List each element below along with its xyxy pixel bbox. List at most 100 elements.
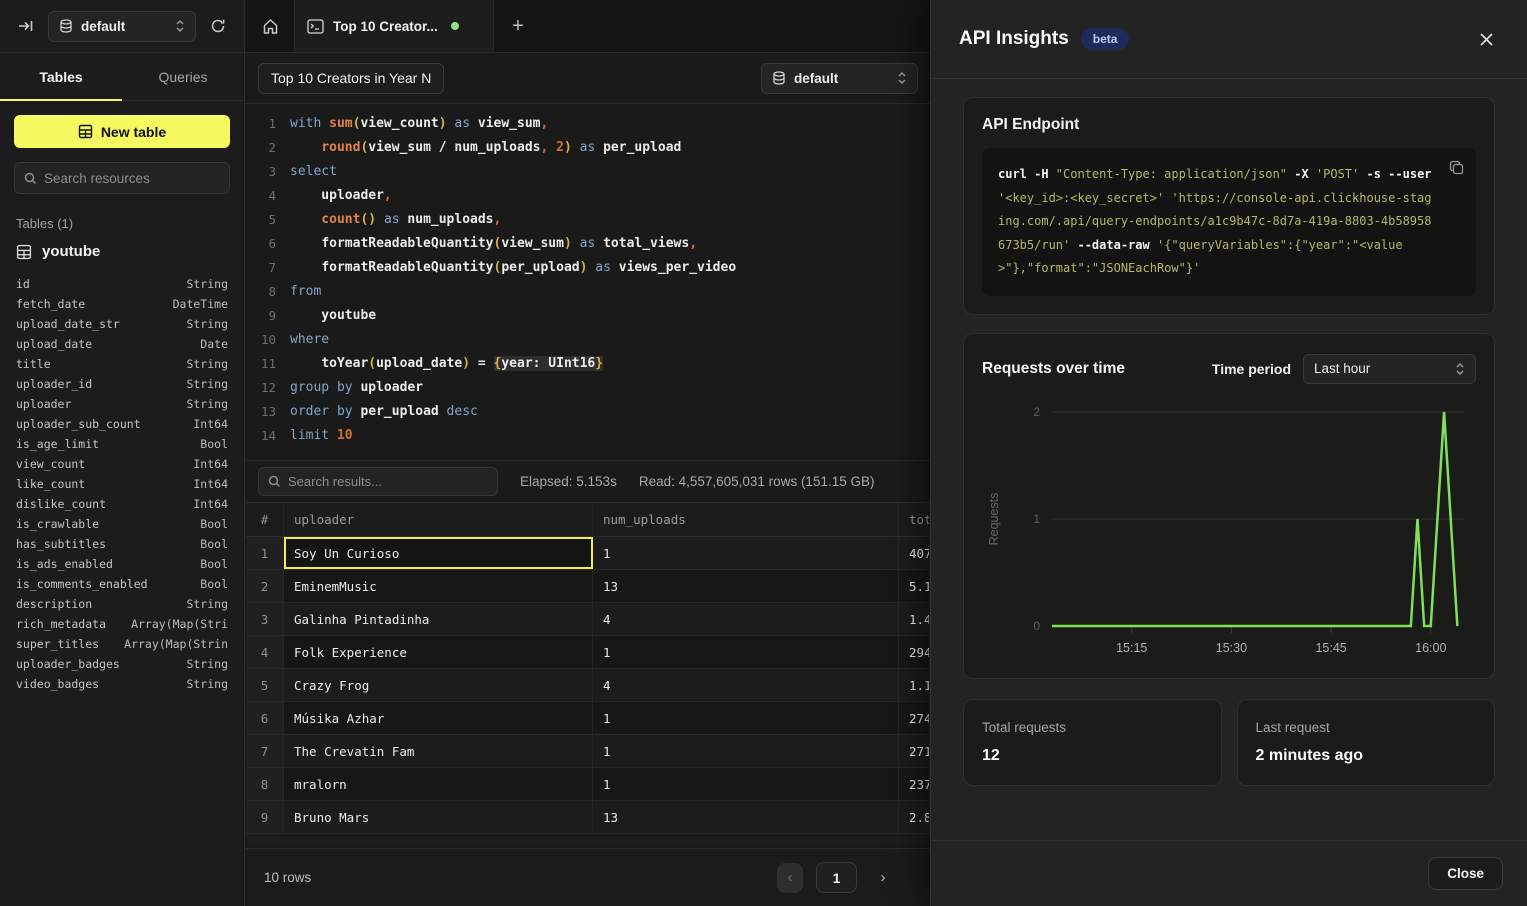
table-row[interactable]: 3Galinha Pintadinha41.4 bbox=[246, 603, 930, 636]
tab-title: Top 10 Creator... bbox=[333, 19, 438, 34]
row-number[interactable]: 9 bbox=[246, 801, 284, 833]
column-name: id bbox=[16, 277, 30, 291]
results-table-body: 1Soy Un Curioso14072EminemMusic135.13Gal… bbox=[246, 537, 930, 834]
column-name: uploader_id bbox=[16, 377, 92, 391]
row-number[interactable]: 8 bbox=[246, 768, 284, 800]
close-icon[interactable] bbox=[1473, 26, 1499, 52]
table-cell[interactable]: 274 bbox=[899, 702, 930, 734]
table-cell[interactable]: 13 bbox=[593, 801, 899, 833]
refresh-icon[interactable] bbox=[204, 12, 232, 40]
table-cell[interactable]: mralorn bbox=[284, 768, 593, 800]
previous-page-button[interactable]: ‹ bbox=[777, 863, 803, 893]
table-cell[interactable]: 4 bbox=[593, 603, 899, 635]
column-name: title bbox=[16, 357, 51, 371]
table-cell[interactable]: 1.1 bbox=[899, 669, 930, 701]
table-cell[interactable]: Bruno Mars bbox=[284, 801, 593, 833]
rows-read: Read: 4,557,605,031 rows (151.15 GB) bbox=[639, 474, 875, 489]
table-cell[interactable]: 407 bbox=[899, 537, 930, 569]
database-selector[interactable]: default bbox=[48, 11, 196, 42]
last-request-card: Last request 2 minutes ago bbox=[1237, 699, 1496, 786]
new-table-button[interactable]: New table bbox=[14, 115, 230, 148]
column-name: is_ads_enabled bbox=[16, 557, 113, 571]
table-cell[interactable]: 2.8 bbox=[899, 801, 930, 833]
table-cell[interactable]: 237 bbox=[899, 768, 930, 800]
search-results-input[interactable] bbox=[288, 474, 488, 489]
row-number[interactable]: 5 bbox=[246, 669, 284, 701]
code-line: 2 round(view_sum / num_uploads, 2) as pe… bbox=[246, 135, 930, 159]
line-number: 14 bbox=[246, 428, 276, 443]
line-number: 5 bbox=[246, 212, 276, 227]
column-name: rich_metadata bbox=[16, 617, 106, 631]
query-tab[interactable]: Top 10 Creator... bbox=[294, 0, 494, 52]
copy-icon[interactable] bbox=[1449, 160, 1464, 175]
row-number[interactable]: 2 bbox=[246, 570, 284, 602]
editor-database-selector[interactable]: default bbox=[761, 63, 918, 94]
table-cell[interactable]: 1 bbox=[593, 768, 899, 800]
column-row: like_countInt64 bbox=[16, 474, 228, 494]
column-type: Bool bbox=[200, 577, 228, 591]
table-cell[interactable]: 294 bbox=[899, 636, 930, 668]
svg-text:15:30: 15:30 bbox=[1216, 641, 1247, 655]
time-period-select[interactable]: Last hour bbox=[1303, 354, 1476, 384]
table-row[interactable]: 9Bruno Mars132.8 bbox=[246, 801, 930, 834]
column-row: uploader_sub_countInt64 bbox=[16, 414, 228, 434]
sql-editor[interactable]: 1with sum(view_count) as view_sum,2 roun… bbox=[246, 104, 930, 460]
table-row[interactable]: 6Músika Azhar1274 bbox=[246, 702, 930, 735]
table-cell[interactable]: Crazy Frog bbox=[284, 669, 593, 701]
table-cell[interactable]: 1 bbox=[593, 702, 899, 734]
table-cell[interactable]: 4 bbox=[593, 669, 899, 701]
column-row: is_age_limitBool bbox=[16, 434, 228, 454]
row-number[interactable]: 7 bbox=[246, 735, 284, 767]
column-name: video_badges bbox=[16, 677, 99, 691]
collapse-sidebar-icon[interactable] bbox=[12, 12, 40, 40]
column-row: super_titlesArray(Map(Strin bbox=[16, 634, 228, 654]
current-page[interactable]: 1 bbox=[816, 862, 857, 893]
table-cell[interactable]: 1 bbox=[593, 735, 899, 767]
results-table-header: # uploader num_uploads tot bbox=[246, 503, 930, 537]
table-cell[interactable]: EminemMusic bbox=[284, 570, 593, 602]
row-number[interactable]: 6 bbox=[246, 702, 284, 734]
table-cell[interactable]: Músika Azhar bbox=[284, 702, 593, 734]
query-name-input[interactable]: Top 10 Creators in Year N bbox=[258, 63, 444, 94]
row-number[interactable]: 3 bbox=[246, 603, 284, 635]
next-page-button[interactable]: › bbox=[870, 863, 896, 893]
terminal-icon bbox=[307, 19, 324, 34]
table-row[interactable]: 8mralorn1237 bbox=[246, 768, 930, 801]
line-number: 4 bbox=[246, 188, 276, 203]
tab-queries[interactable]: Queries bbox=[122, 53, 244, 100]
curl-command-text: curl -H "Content-Type: application/json"… bbox=[998, 167, 1432, 275]
column-name: upload_date_str bbox=[16, 317, 120, 331]
table-cell[interactable]: Folk Experience bbox=[284, 636, 593, 668]
column-row: view_countInt64 bbox=[16, 454, 228, 474]
table-cell[interactable]: 1.4 bbox=[899, 603, 930, 635]
table-row[interactable]: 2EminemMusic135.1 bbox=[246, 570, 930, 603]
table-row[interactable]: 5Crazy Frog41.1 bbox=[246, 669, 930, 702]
table-row[interactable]: 7The Crevatin Fam1271 bbox=[246, 735, 930, 768]
new-tab-button[interactable]: + bbox=[494, 0, 542, 52]
line-number: 3 bbox=[246, 164, 276, 179]
tab-bar: Top 10 Creator... + bbox=[246, 0, 930, 53]
tab-tables[interactable]: Tables bbox=[0, 53, 122, 100]
table-cell[interactable]: 5.1 bbox=[899, 570, 930, 602]
table-cell[interactable]: 271 bbox=[899, 735, 930, 767]
results-table: # uploader num_uploads tot 1Soy Un Curio… bbox=[246, 502, 930, 844]
column-row: title String bbox=[16, 354, 228, 374]
table-cell[interactable]: 1 bbox=[593, 537, 899, 569]
close-button[interactable]: Close bbox=[1428, 857, 1503, 890]
table-cell[interactable]: Galinha Pintadinha bbox=[284, 603, 593, 635]
table-cell[interactable]: 1 bbox=[593, 636, 899, 668]
partial-row bbox=[246, 834, 930, 844]
line-number: 6 bbox=[246, 236, 276, 251]
row-number[interactable]: 1 bbox=[246, 537, 284, 569]
table-row[interactable]: 4Folk Experience1294 bbox=[246, 636, 930, 669]
row-number[interactable]: 4 bbox=[246, 636, 284, 668]
time-period-label: Time period bbox=[1212, 361, 1291, 377]
column-type: String bbox=[186, 357, 228, 371]
table-cell[interactable]: 13 bbox=[593, 570, 899, 602]
sidebar-table-youtube[interactable]: youtube bbox=[16, 243, 228, 260]
home-button[interactable] bbox=[246, 0, 294, 52]
search-resources-input[interactable] bbox=[44, 171, 221, 186]
table-cell[interactable]: Soy Un Curioso bbox=[284, 537, 593, 569]
table-row[interactable]: 1Soy Un Curioso1407 bbox=[246, 537, 930, 570]
table-cell[interactable]: The Crevatin Fam bbox=[284, 735, 593, 767]
